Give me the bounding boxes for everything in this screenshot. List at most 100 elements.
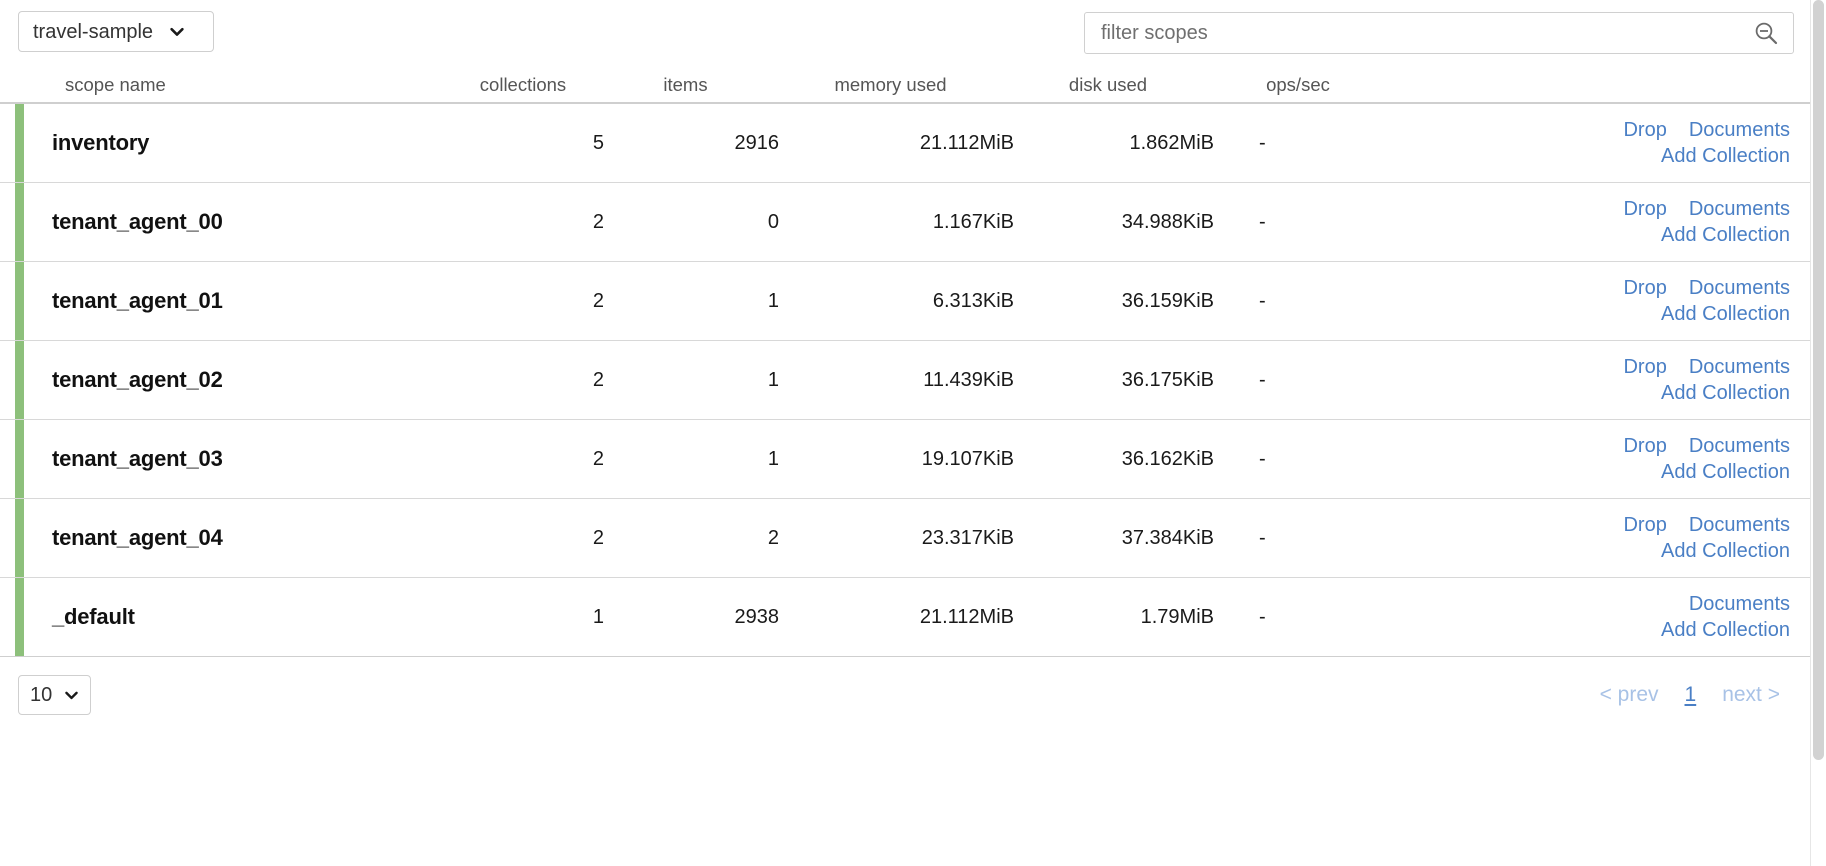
- actions-line-primary: Drop Documents: [1623, 198, 1790, 221]
- cell-scope-name-text: tenant_agent_01: [52, 288, 223, 314]
- cell-items-text: 1: [768, 290, 779, 313]
- bucket-selector[interactable]: travel-sample: [18, 11, 214, 52]
- cell-collections-text: 2: [593, 211, 604, 234]
- cell-items-text: 2938: [735, 606, 780, 629]
- table-row: _default1293821.112MiB1.79MiB-DocumentsA…: [0, 578, 1810, 657]
- cell-ops-sec: -: [1214, 262, 1394, 340]
- drop-scope-link[interactable]: Drop: [1623, 277, 1666, 300]
- documents-link[interactable]: Documents: [1689, 356, 1790, 379]
- cell-collections-text: 2: [593, 527, 604, 550]
- table-header-row: scope name collections items memory used…: [0, 62, 1810, 102]
- cell-items-text: 2916: [735, 132, 780, 155]
- documents-link[interactable]: Documents: [1689, 119, 1790, 142]
- scope-accent-bar: [15, 578, 24, 656]
- cell-items: 0: [604, 183, 779, 261]
- table-row: tenant_agent_022111.439KiB36.175KiB-Drop…: [0, 341, 1810, 420]
- cell-ops-sec-text: -: [1259, 448, 1266, 471]
- cell-memory-used: 21.112MiB: [779, 578, 1014, 656]
- pagination: < prev 1 next >: [1600, 683, 1786, 707]
- chevron-down-icon: [64, 688, 79, 703]
- drop-scope-link[interactable]: Drop: [1623, 435, 1666, 458]
- cell-scope-name: tenant_agent_01: [24, 262, 454, 340]
- cell-actions: Drop Documents Add Collection: [1394, 104, 1810, 182]
- add-collection-link[interactable]: Add Collection: [1661, 540, 1790, 563]
- cell-collections-text: 2: [593, 448, 604, 471]
- add-collection-link[interactable]: Add Collection: [1661, 461, 1790, 484]
- cell-disk-used-text: 1.79MiB: [1141, 606, 1214, 629]
- cell-ops-sec: -: [1214, 420, 1394, 498]
- header-ops-sec: ops/sec: [1208, 74, 1388, 96]
- actions-line-primary: Drop Documents: [1623, 277, 1790, 300]
- documents-link[interactable]: Documents: [1689, 277, 1790, 300]
- drop-scope-link[interactable]: Drop: [1623, 198, 1666, 221]
- cell-items: 1: [604, 420, 779, 498]
- add-collection-link[interactable]: Add Collection: [1661, 382, 1790, 405]
- cell-scope-name: tenant_agent_00: [24, 183, 454, 261]
- table-body: inventory5 2916 21.112MiB 1.862MiB - Drop Docu…: [0, 104, 1810, 657]
- cell-ops-sec: -: [1214, 578, 1394, 656]
- header-scope-name: scope name: [18, 74, 448, 96]
- cell-actions: Drop Documents Add Collection: [1394, 183, 1810, 261]
- vertical-scrollbar[interactable]: [1810, 0, 1826, 866]
- header-collections: collections: [448, 74, 598, 96]
- scopes-collections-page: travel-sample scope: [0, 0, 1826, 866]
- table-row: tenant_agent_032119.107KiB36.162KiB-Drop…: [0, 420, 1810, 499]
- cell-disk-used: 1.79MiB: [1014, 578, 1214, 656]
- scrollbar-thumb[interactable]: [1813, 0, 1824, 760]
- add-collection-link[interactable]: Add Collection: [1661, 145, 1790, 168]
- actions-line-secondary: Add Collection: [1661, 619, 1790, 642]
- cell-actions: Drop Documents Add Collection: [1394, 341, 1810, 419]
- filter-scopes-input[interactable]: [1085, 13, 1749, 53]
- cell-collections: 5: [454, 104, 604, 182]
- search-icon[interactable]: [1749, 16, 1783, 50]
- cell-items-text: 1: [768, 369, 779, 392]
- add-collection-link[interactable]: Add Collection: [1661, 224, 1790, 247]
- cell-items: 2: [604, 499, 779, 577]
- filter-scopes-field[interactable]: [1084, 12, 1794, 54]
- actions-line-secondary: Add Collection: [1661, 303, 1790, 326]
- cell-disk-used-text: 36.175KiB: [1122, 369, 1214, 392]
- pagination-next[interactable]: next >: [1722, 683, 1780, 707]
- cell-disk-used: 36.162KiB: [1014, 420, 1214, 498]
- header-items: items: [598, 74, 773, 96]
- cell-ops-sec-text: -: [1259, 132, 1266, 155]
- cell-disk-used-text: 36.162KiB: [1122, 448, 1214, 471]
- drop-scope-link[interactable]: Drop: [1623, 356, 1666, 379]
- header-disk-used: disk used: [1008, 74, 1208, 96]
- cell-collections: 2: [454, 341, 604, 419]
- drop-scope-link[interactable]: Drop: [1623, 119, 1666, 142]
- cell-scope-name: inventory: [24, 104, 454, 182]
- cell-memory-used-text: 11.439KiB: [923, 369, 1014, 392]
- cell-memory-used: 1.167KiB: [779, 183, 1014, 261]
- cell-memory-used: 19.107KiB: [779, 420, 1014, 498]
- documents-link[interactable]: Documents: [1689, 514, 1790, 537]
- documents-link[interactable]: Documents: [1689, 435, 1790, 458]
- cell-memory-used-text: 23.317KiB: [922, 527, 1014, 550]
- cell-items: 2938: [604, 578, 779, 656]
- cell-disk-used-text: 36.159KiB: [1122, 290, 1214, 313]
- pagination-page-1[interactable]: 1: [1685, 683, 1697, 707]
- cell-ops-sec: -: [1214, 341, 1394, 419]
- scope-accent-bar: [15, 262, 24, 340]
- documents-link[interactable]: Documents: [1689, 198, 1790, 221]
- cell-actions: Drop Documents Add Collection: [1394, 262, 1810, 340]
- cell-memory-used-text: 21.112MiB: [920, 606, 1014, 629]
- drop-scope-link[interactable]: Drop: [1623, 514, 1666, 537]
- scope-accent-bar: [15, 104, 24, 182]
- cell-collections-text: 2: [593, 290, 604, 313]
- page-size-selector[interactable]: 10: [18, 675, 91, 715]
- actions-line-secondary: Add Collection: [1661, 145, 1790, 168]
- cell-ops-sec: -: [1214, 104, 1394, 182]
- add-collection-link[interactable]: Add Collection: [1661, 303, 1790, 326]
- table-row: tenant_agent_01216.313KiB36.159KiB-DropD…: [0, 262, 1810, 341]
- cell-memory-used: 23.317KiB: [779, 499, 1014, 577]
- documents-link[interactable]: Documents: [1689, 593, 1790, 616]
- cell-collections: 2: [454, 262, 604, 340]
- pagination-prev[interactable]: < prev: [1600, 683, 1659, 707]
- add-collection-link[interactable]: Add Collection: [1661, 619, 1790, 642]
- actions-line-primary: Drop Documents: [1623, 435, 1790, 458]
- cell-disk-used: 1.862MiB: [1014, 104, 1214, 182]
- chevron-down-icon: [169, 24, 185, 40]
- header-memory-used: memory used: [773, 74, 1008, 96]
- cell-disk-used-text: 37.384KiB: [1122, 527, 1214, 550]
